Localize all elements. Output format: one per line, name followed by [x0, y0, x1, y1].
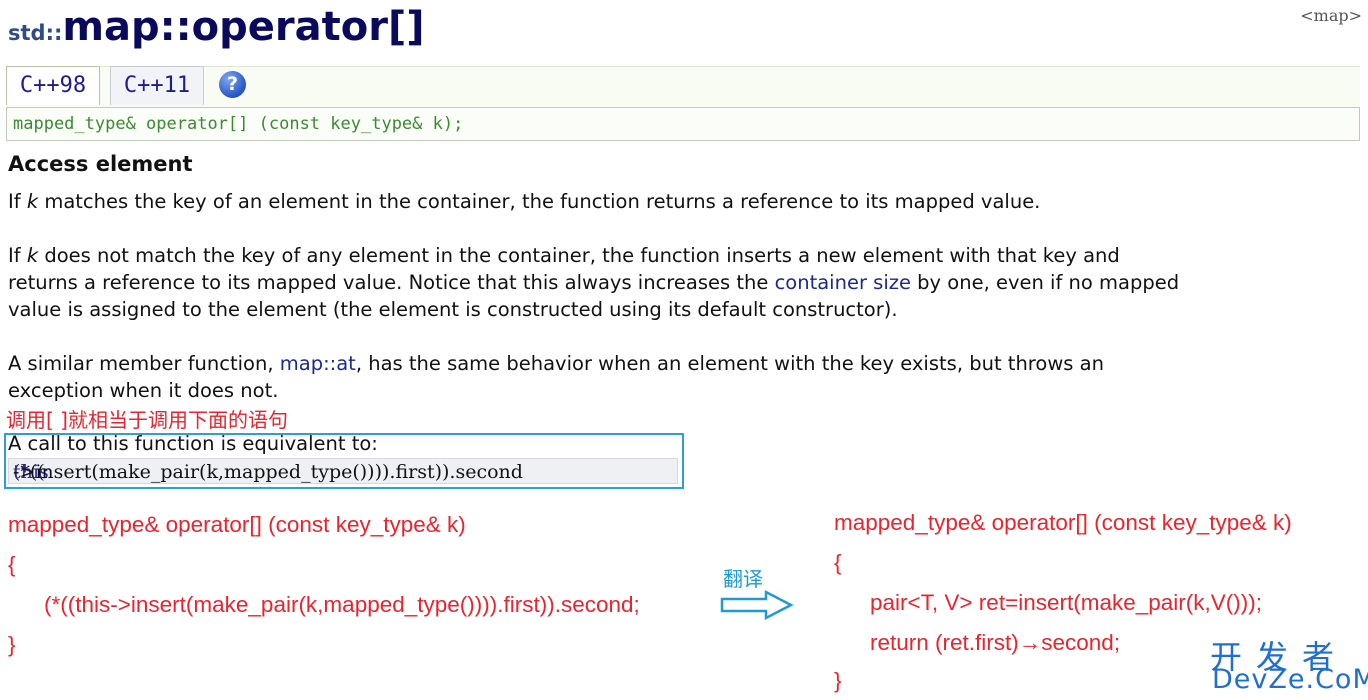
p2-l1-post: does not match the key of any element in… — [38, 244, 1120, 267]
paragraph-3-line-2: exception when it does not. — [8, 379, 279, 402]
section-heading: Access element — [8, 152, 193, 176]
param-k: k — [26, 190, 39, 213]
annotation-highlight-box — [4, 433, 684, 489]
left-code-body: (*((this->insert(make_pair(k,mapped_type… — [44, 592, 640, 617]
tab-cpp98[interactable]: C++98 — [6, 66, 100, 105]
help-icon[interactable]: ? — [219, 71, 246, 98]
namespace-prefix: std:: — [8, 21, 63, 45]
paragraph-3-line-1: A similar member function, map::at, has … — [8, 350, 1104, 377]
left-code-open-brace: { — [8, 552, 16, 577]
p1-pre: If — [8, 190, 27, 213]
paragraph-2-line-2: returns a reference to its mapped value.… — [8, 269, 1179, 296]
p2-l2-pre: returns a reference to its mapped value.… — [8, 271, 775, 294]
param-k: k — [26, 244, 39, 267]
header-link-map[interactable]: <map> — [1300, 6, 1362, 25]
p3-l1-post: , has the same behavior when an element … — [355, 352, 1104, 375]
right-arrow-icon — [720, 589, 794, 625]
p1-post: matches the key of an element in the con… — [38, 190, 1041, 213]
map-at-link[interactable]: map::at — [280, 352, 356, 375]
right-code-open-brace: { — [834, 550, 842, 575]
paragraph-2-line-1: If k does not match the key of any eleme… — [8, 242, 1120, 269]
watermark-bottom: DevZe.CoM — [1212, 664, 1368, 695]
tab-cpp11[interactable]: C++11 — [110, 66, 204, 105]
version-tabs: C++98 C++11 ? — [6, 64, 1360, 106]
page-title: std::map::operator[] — [8, 4, 425, 50]
paragraph-2-line-3: value is assigned to the element (the el… — [8, 298, 898, 321]
translate-label: 翻译 — [723, 567, 763, 591]
declaration-box: mapped_type& operator[] (const key_type&… — [6, 107, 1360, 141]
p2-l2-post: by one, even if no mapped — [910, 271, 1180, 294]
p3-l1-pre: A similar member function, — [8, 352, 280, 375]
left-code-close-brace: } — [8, 632, 16, 657]
paragraph-1: If k matches the key of an element in th… — [8, 188, 1040, 215]
declaration-text: mapped_type& operator[] (const key_type&… — [13, 114, 464, 134]
right-code-line-2: return (ret.first)→second; — [870, 630, 1121, 655]
container-size-link[interactable]: container size — [775, 271, 911, 294]
left-code-signature: mapped_type& operator[] (const key_type&… — [8, 512, 466, 537]
function-title: map::operator[] — [62, 4, 425, 50]
right-code-close-brace: } — [834, 668, 842, 693]
right-code-line-1: pair<T, V> ret=insert(make_pair(k,V())); — [870, 590, 1262, 615]
right-code-signature: mapped_type& operator[] (const key_type&… — [834, 510, 1292, 535]
annotation-note: 调用[ ]就相当于调用下面的语句 — [6, 408, 288, 432]
p2-l1-pre: If — [8, 244, 27, 267]
